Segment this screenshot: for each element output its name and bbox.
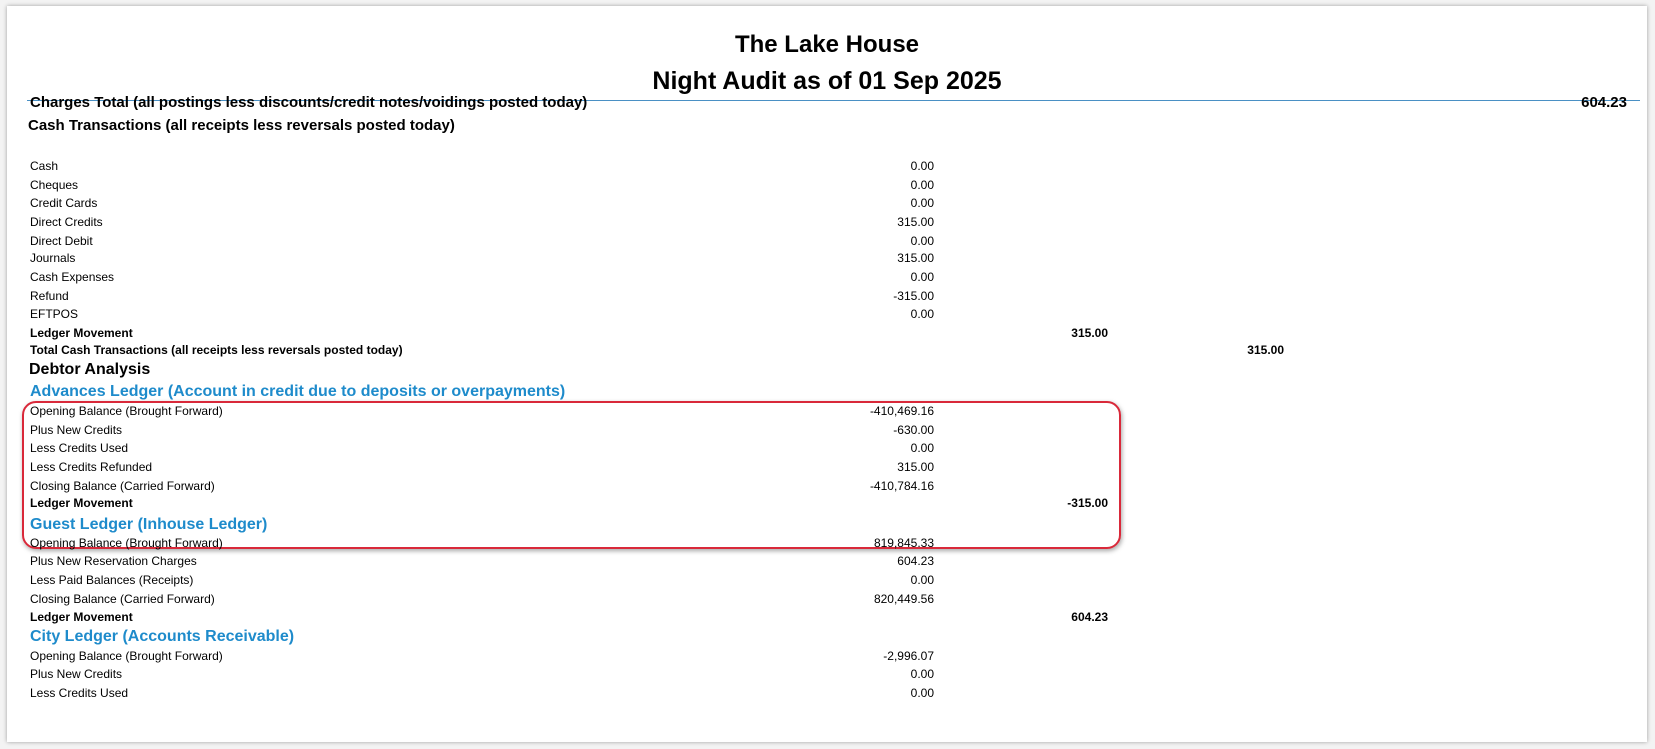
cash-expenses-row-value: 0.00 (910, 270, 934, 284)
journals-row-label: Journals (30, 251, 76, 265)
credit-cards-row-label: Credit Cards (30, 196, 98, 210)
advances-new-credits-value: -630.00 (893, 423, 934, 437)
guest-closing-label: Closing Balance (Carried Forward) (30, 592, 215, 606)
total-cash-transactions-label: Total Cash Transactions (all receipts le… (30, 343, 403, 357)
advances-credits-used-value: 0.00 (910, 441, 934, 455)
advances-ledger-movement-label: Ledger Movement (30, 496, 133, 510)
direct-credits-row-value: 315.00 (897, 215, 934, 229)
advances-ledger-title: Advances Ledger (Account in credit due t… (30, 383, 566, 400)
advances-credits-used-label: Less Credits Used (30, 441, 129, 455)
cash-row-value: 0.00 (910, 159, 934, 173)
report-page: The Lake House Night Audit as of 01 Sep … (7, 6, 1647, 742)
guest-opening-label: Opening Balance (Brought Forward) (30, 536, 223, 550)
advances-closing-label: Closing Balance (Carried Forward) (30, 479, 215, 493)
city-new-credits-label: Plus New Credits (30, 667, 123, 681)
advances-new-credits-label: Plus New Credits (30, 423, 123, 437)
advances-credits-refunded-label: Less Credits Refunded (30, 460, 153, 474)
charges-total-label: Charges Total (all postings less discoun… (30, 94, 588, 111)
guest-new-charges-label: Plus New Reservation Charges (30, 554, 197, 568)
cash-ledger-movement-value: 315.00 (1071, 326, 1108, 340)
direct-debit-row-value: 0.00 (910, 234, 934, 248)
report-title: Night Audit as of 01 Sep 2025 (652, 67, 1002, 95)
guest-ledger-movement-value: 604.23 (1071, 610, 1108, 624)
advances-ledger-movement-value: -315.00 (1067, 496, 1108, 510)
hotel-name: The Lake House (734, 31, 920, 58)
city-opening-label: Opening Balance (Brought Forward) (30, 649, 223, 663)
cash-ledger-movement-label: Ledger Movement (30, 326, 133, 340)
guest-ledger-title: Guest Ledger (Inhouse Ledger) (30, 516, 268, 533)
eftpos-row-value: 0.00 (910, 307, 934, 321)
advances-opening-value: -410,469.16 (869, 404, 934, 418)
city-credits-used-value: 0.00 (910, 686, 934, 700)
direct-debit-row-label: Direct Debit (30, 234, 93, 248)
refund-row-label: Refund (30, 289, 69, 303)
cash-row-label: Cash (30, 159, 59, 173)
city-ledger-title: City Ledger (Accounts Receivable) (30, 628, 295, 645)
cash-transactions-heading: Cash Transactions (all receipts less rev… (28, 117, 455, 134)
guest-paid-balances-value: 0.00 (910, 573, 934, 587)
city-new-credits-value: 0.00 (910, 667, 934, 681)
refund-row-value: -315.00 (893, 289, 934, 303)
city-credits-used-label: Less Credits Used (30, 686, 129, 700)
advances-opening-label: Opening Balance (Brought Forward) (30, 404, 223, 418)
guest-ledger-movement-label: Ledger Movement (30, 610, 133, 624)
journals-row-value: 315.00 (897, 251, 934, 265)
advances-credits-refunded-value: 315.00 (897, 460, 934, 474)
advances-closing-value: -410,784.16 (869, 479, 934, 493)
guest-opening-value: 819,845.33 (873, 536, 934, 550)
eftpos-row-label: EFTPOS (30, 307, 79, 321)
credit-cards-row-value: 0.00 (910, 196, 934, 210)
charges-total-value: 604.23 (1581, 94, 1627, 111)
debtor-analysis-heading: Debtor Analysis (29, 361, 151, 378)
guest-paid-balances-label: Less Paid Balances (Receipts) (30, 573, 194, 587)
cheques-row-label: Cheques (30, 178, 79, 192)
cash-expenses-row-label: Cash Expenses (30, 270, 115, 284)
guest-new-charges-value: 604.23 (897, 554, 934, 568)
total-cash-transactions-value: 315.00 (1247, 343, 1284, 357)
direct-credits-row-label: Direct Credits (30, 215, 103, 229)
guest-closing-value: 820,449.56 (873, 592, 934, 606)
city-opening-value: -2,996.07 (883, 649, 934, 663)
cheques-row-value: 0.00 (910, 178, 934, 192)
